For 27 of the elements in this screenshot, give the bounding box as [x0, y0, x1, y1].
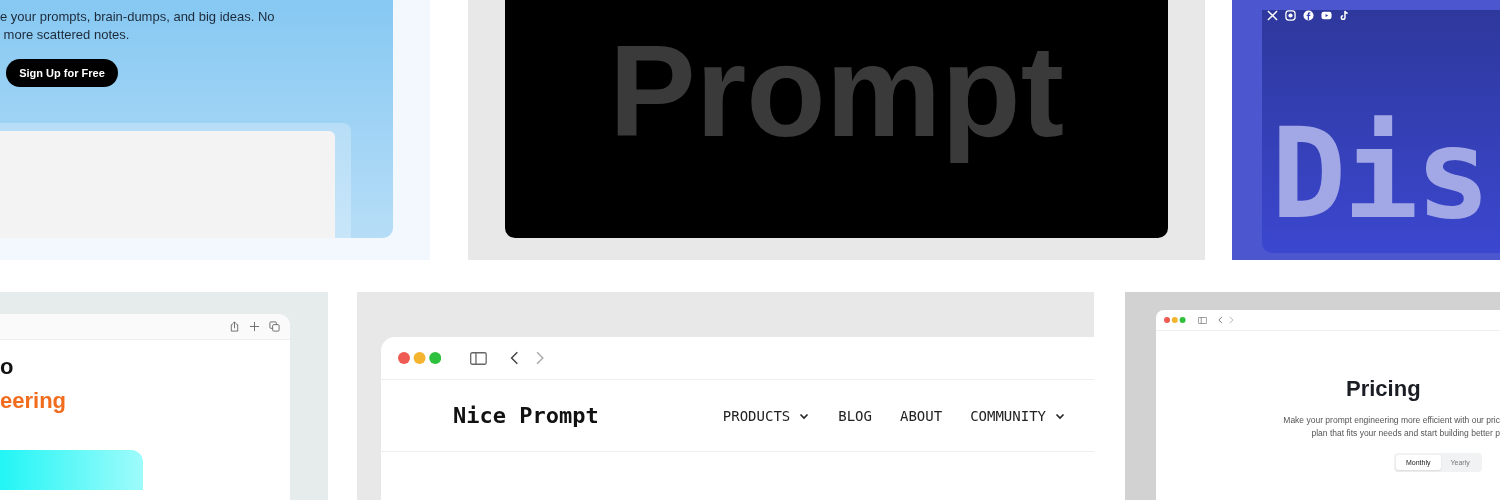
heading-text: o: [0, 354, 15, 380]
social-icon[interactable]: [1303, 10, 1314, 21]
site-logo[interactable]: Nice Prompt: [453, 403, 723, 428]
nav-link[interactable]: PRODUCTS: [722, 407, 811, 424]
window-controls-icon[interactable]: [398, 352, 442, 364]
pricing-title: Pricing: [1346, 376, 1422, 402]
nav-link[interactable]: ABOUT: [900, 407, 943, 424]
wordmark: Prompt: [609, 26, 1064, 166]
pricing-description: Make your prompt engineering more efficient with our pric plan that fits your needs and start building better p: [1282, 414, 1500, 440]
back-icon[interactable]: [510, 351, 519, 365]
sidebar-icon[interactable]: [1197, 316, 1207, 324]
share-icon[interactable]: [229, 321, 240, 332]
nav-link[interactable]: COMMUNITY: [970, 407, 1066, 424]
forward-icon[interactable]: [536, 351, 545, 365]
copy-icon[interactable]: [269, 321, 280, 332]
social-icon[interactable]: [1321, 10, 1332, 21]
heading-text: eering: [0, 388, 68, 414]
hero-text: e your prompts, brain-dumps, and big ideas. No more scattered notes.: [0, 8, 276, 44]
nav-link[interactable]: BLOG: [838, 407, 872, 424]
social-icon[interactable]: [1339, 10, 1350, 21]
plus-icon[interactable]: [249, 321, 260, 332]
social-icon[interactable]: [1285, 10, 1296, 21]
social-icon[interactable]: [1267, 10, 1278, 21]
wordmark: Dis: [1271, 111, 1488, 236]
sidebar-icon[interactable]: [470, 351, 488, 365]
sign-up-button[interactable]: Sign Up for Free: [6, 59, 118, 88]
window-controls-icon[interactable]: [1164, 317, 1186, 323]
